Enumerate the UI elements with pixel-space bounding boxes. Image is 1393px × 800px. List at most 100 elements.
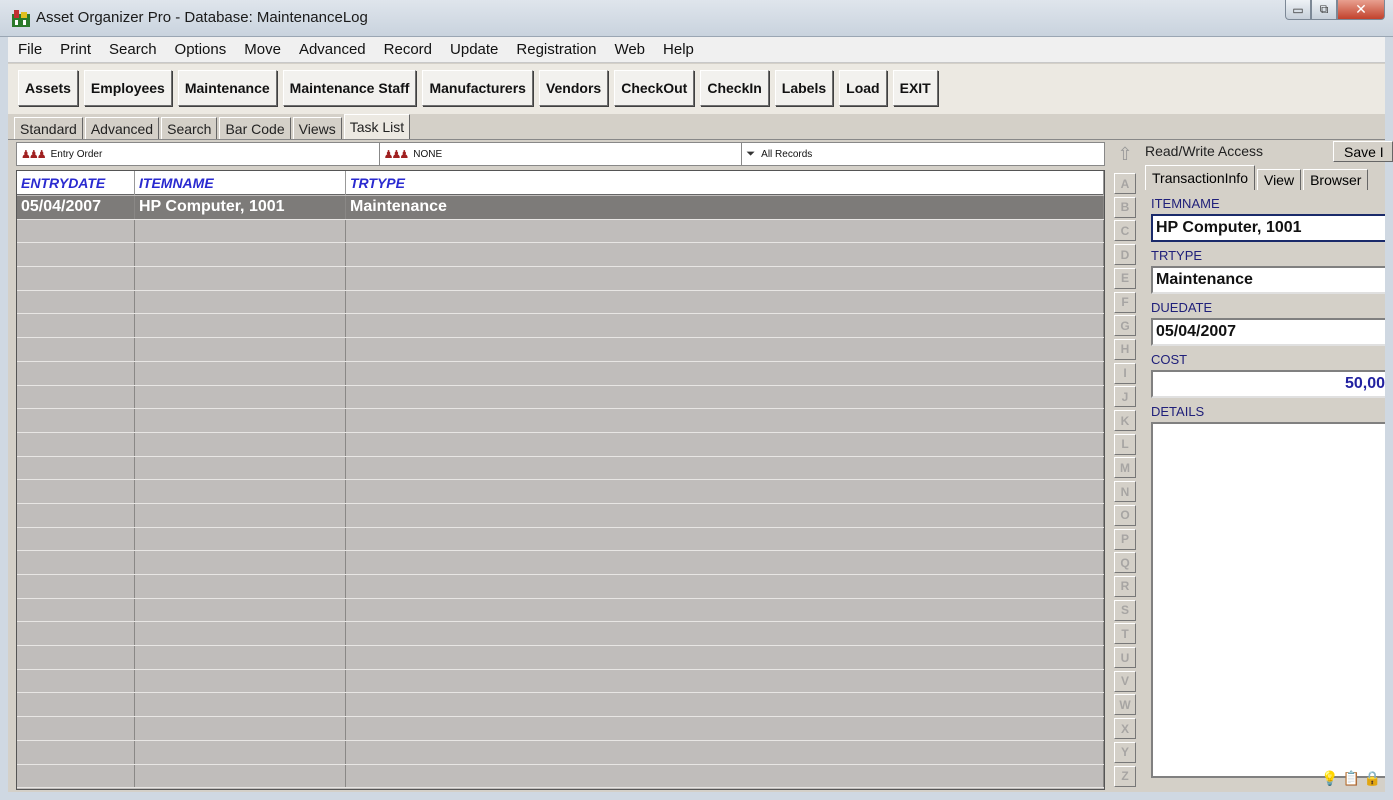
alpha-button-t[interactable]: T — [1114, 623, 1136, 645]
alpha-button-q[interactable]: Q — [1114, 552, 1136, 574]
alpha-button-k[interactable]: K — [1114, 410, 1136, 431]
lock-icon[interactable]: 🔒 — [1364, 770, 1381, 787]
menu-record[interactable]: Record — [384, 41, 432, 58]
table-row[interactable] — [17, 575, 1104, 599]
close-button[interactable]: ✕ — [1337, 0, 1385, 20]
exit-button[interactable]: EXIT — [892, 70, 938, 106]
table-row[interactable] — [17, 598, 1104, 623]
alpha-button-m[interactable]: M — [1114, 457, 1136, 479]
table-row[interactable] — [17, 432, 1104, 457]
alpha-button-c[interactable]: C — [1114, 220, 1136, 242]
table-row[interactable] — [17, 740, 1104, 765]
trtype-field[interactable]: Maintenance — [1151, 266, 1385, 294]
alpha-button-g[interactable]: G — [1114, 315, 1136, 337]
alpha-button-o[interactable]: O — [1114, 504, 1136, 526]
employees-button[interactable]: Employees — [83, 70, 172, 106]
alpha-button-h[interactable]: H — [1114, 338, 1136, 360]
tab-browser[interactable]: Browser — [1303, 169, 1369, 190]
alpha-button-v[interactable]: V — [1114, 670, 1136, 692]
column-header-trtype[interactable]: TRTYPE — [346, 171, 1104, 195]
table-row[interactable] — [17, 385, 1104, 410]
tab-task-list[interactable]: Task List — [343, 114, 411, 139]
table-row[interactable] — [17, 338, 1104, 362]
table-row[interactable] — [17, 551, 1104, 575]
table-row[interactable] — [17, 243, 1104, 268]
tab-views[interactable]: Views — [292, 117, 342, 139]
menu-update[interactable]: Update — [450, 41, 498, 58]
maintenance-button[interactable]: Maintenance — [177, 70, 277, 106]
table-row[interactable] — [17, 290, 1104, 315]
tab-transactioninfo[interactable]: TransactionInfo — [1145, 165, 1255, 190]
details-field[interactable] — [1151, 422, 1385, 778]
table-row[interactable] — [17, 527, 1104, 552]
alpha-button-a[interactable]: A — [1114, 173, 1136, 194]
tab-standard[interactable]: Standard — [14, 117, 83, 139]
menu-advanced[interactable]: Advanced — [299, 41, 366, 58]
tab-advanced[interactable]: Advanced — [84, 117, 160, 139]
menu-search[interactable]: Search — [109, 41, 157, 58]
alpha-button-l[interactable]: L — [1114, 433, 1136, 455]
manufacturers-button[interactable]: Manufacturers — [422, 70, 533, 106]
menu-options[interactable]: Options — [175, 41, 227, 58]
itemname-field[interactable]: HP Computer, 1001 — [1151, 214, 1385, 242]
alpha-button-b[interactable]: B — [1114, 196, 1136, 218]
table-row[interactable] — [17, 669, 1104, 694]
table-row[interactable] — [17, 267, 1104, 291]
save-button[interactable]: Save I — [1333, 141, 1393, 162]
alpha-button-d[interactable]: D — [1114, 244, 1136, 266]
column-header-itemname[interactable]: ITEMNAME — [135, 171, 346, 195]
column-header-entrydate[interactable]: ENTRYDATE — [17, 171, 135, 195]
tab-bar-code[interactable]: Bar Code — [219, 117, 291, 139]
cost-field[interactable]: 50,00 — [1151, 370, 1385, 398]
checkout-button[interactable]: CheckOut — [614, 70, 695, 106]
table-row[interactable] — [17, 409, 1104, 433]
table-row[interactable] — [17, 361, 1104, 386]
table-row[interactable] — [17, 480, 1104, 504]
alpha-button-p[interactable]: P — [1114, 528, 1136, 550]
menu-file[interactable]: File — [18, 41, 42, 58]
alpha-button-i[interactable]: I — [1114, 362, 1136, 384]
alpha-button-f[interactable]: F — [1114, 291, 1136, 313]
table-row[interactable] — [17, 314, 1104, 339]
menu-web[interactable]: Web — [614, 41, 645, 58]
records-filter-selector[interactable]: ⏷ All Records — [742, 143, 1104, 165]
table-row[interactable] — [17, 503, 1104, 528]
table-row[interactable] — [17, 717, 1104, 741]
assets-button[interactable]: Assets — [18, 70, 78, 106]
alpha-button-z[interactable]: Z — [1114, 765, 1136, 787]
table-row[interactable] — [17, 456, 1104, 481]
alpha-button-w[interactable]: W — [1114, 694, 1136, 716]
bulb-icon[interactable]: 💡 — [1321, 770, 1338, 787]
table-row[interactable] — [17, 219, 1104, 244]
alpha-button-j[interactable]: J — [1114, 386, 1136, 408]
duedate-field[interactable]: 05/04/2007 — [1151, 318, 1385, 346]
copy-icon[interactable]: 📋 — [1342, 770, 1359, 787]
menu-registration[interactable]: Registration — [516, 41, 596, 58]
minimize-button[interactable]: ▭ — [1285, 0, 1311, 20]
tab-view[interactable]: View — [1256, 169, 1302, 190]
vendors-button[interactable]: Vendors — [538, 70, 609, 106]
table-row[interactable] — [17, 646, 1104, 670]
maintenance-staff-button[interactable]: Maintenance Staff — [282, 70, 417, 106]
sort-order-selector[interactable]: ♟♟♟ Entry Order — [17, 143, 380, 165]
menu-help[interactable]: Help — [663, 41, 694, 58]
labels-button[interactable]: Labels — [774, 70, 834, 106]
checkin-button[interactable]: CheckIn — [700, 70, 769, 106]
alpha-button-y[interactable]: Y — [1114, 741, 1136, 763]
tab-search[interactable]: Search — [161, 117, 218, 139]
alpha-button-x[interactable]: X — [1114, 718, 1136, 740]
table-row[interactable] — [17, 622, 1104, 647]
alpha-button-n[interactable]: N — [1114, 481, 1136, 503]
alpha-button-r[interactable]: R — [1114, 575, 1136, 597]
group-selector[interactable]: ♟♟♟ NONE — [380, 143, 743, 165]
load-button[interactable]: Load — [839, 70, 887, 106]
maximize-button[interactable]: ⧉ — [1311, 0, 1337, 20]
table-row[interactable]: 05/04/2007 HP Computer, 1001 Maintenance — [17, 196, 1104, 220]
table-row[interactable] — [17, 693, 1104, 718]
table-row[interactable] — [17, 764, 1104, 789]
alpha-button-u[interactable]: U — [1114, 647, 1136, 668]
scroll-up-icon[interactable]: ⇧ — [1113, 142, 1137, 166]
alpha-button-e[interactable]: E — [1114, 267, 1136, 289]
menu-move[interactable]: Move — [244, 41, 281, 58]
menu-print[interactable]: Print — [60, 41, 91, 58]
